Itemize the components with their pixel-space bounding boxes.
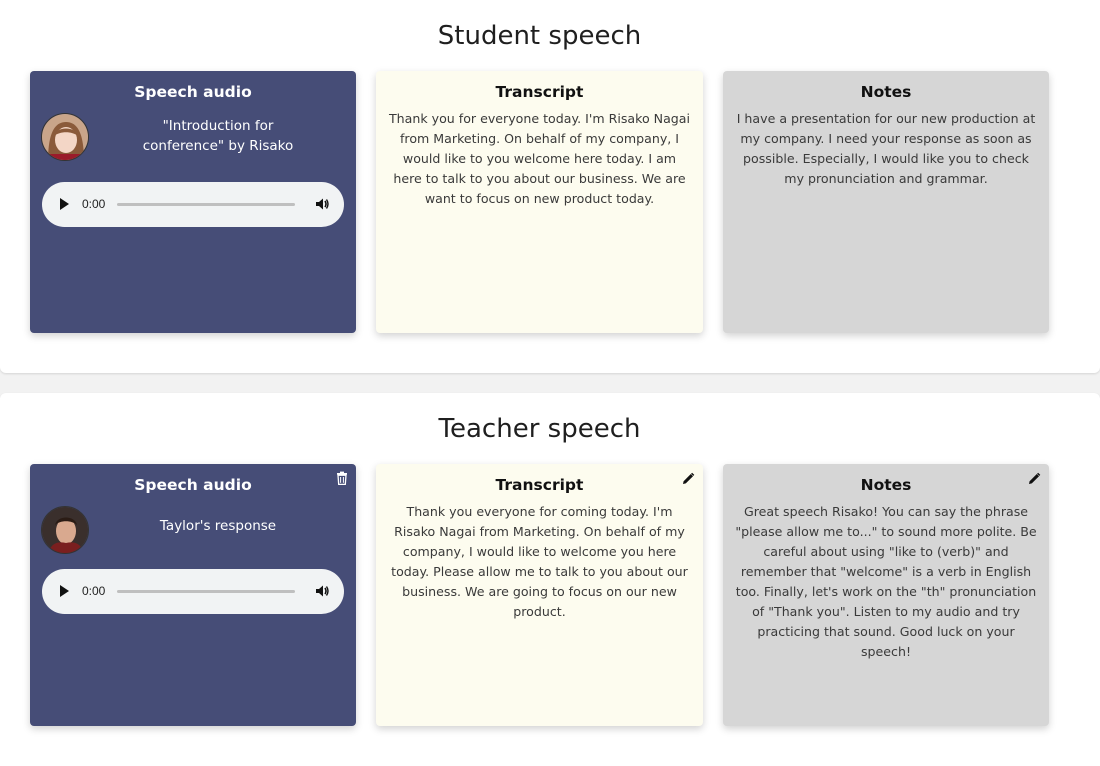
section-title: Student speech: [437, 21, 642, 51]
avatar: [41, 506, 89, 554]
play-icon[interactable]: [60, 198, 69, 210]
notes-card: Notes I have a presentation for our new …: [723, 71, 1049, 333]
card-title: Speech audio: [134, 83, 252, 101]
student-speech-section: Student speech Speech audio "Introductio…: [0, 0, 1100, 373]
audio-progress-track[interactable]: [117, 203, 295, 206]
audio-progress-track[interactable]: [117, 590, 295, 593]
volume-icon[interactable]: [314, 196, 330, 212]
transcript-text: Thank you everyone for coming today. I'm…: [391, 504, 688, 619]
speech-audio-card: Speech audio Taylor's response 0:00: [30, 464, 356, 726]
card-title: Speech audio: [134, 476, 252, 494]
trash-icon[interactable]: [335, 471, 349, 485]
audio-time: 0:00: [82, 197, 106, 211]
card-title: Transcript: [495, 83, 584, 101]
volume-icon[interactable]: [314, 583, 330, 599]
avatar: [41, 113, 89, 161]
audio-time: 0:00: [82, 584, 106, 598]
audio-caption: "Introduction for conference" by Risako: [142, 118, 294, 154]
audio-player[interactable]: 0:00: [42, 569, 344, 614]
transcript-text: Thank you for everyone today. I'm Risako…: [388, 111, 691, 206]
speech-audio-card: Speech audio "Introduction for conferenc…: [30, 71, 356, 333]
play-icon[interactable]: [60, 585, 69, 597]
card-title: Notes: [860, 476, 912, 494]
audio-player[interactable]: 0:00: [42, 182, 344, 227]
pencil-icon[interactable]: [1027, 472, 1041, 486]
card-title: Transcript: [495, 476, 584, 494]
audio-caption: Taylor's response: [159, 518, 277, 534]
transcript-card: Transcript Thank you everyone for coming…: [376, 464, 703, 726]
notes-card: Notes Great speech Risako! You can say t…: [723, 464, 1049, 726]
teacher-speech-section: Teacher speech Speech audio Taylor's res…: [0, 393, 1100, 766]
card-title: Notes: [860, 83, 912, 101]
section-title: Teacher speech: [438, 414, 641, 444]
pencil-icon[interactable]: [681, 472, 695, 486]
notes-text: I have a presentation for our new produc…: [736, 111, 1036, 186]
notes-text: Great speech Risako! You can say the phr…: [735, 504, 1037, 659]
transcript-card: Transcript Thank you for everyone today.…: [376, 71, 703, 333]
